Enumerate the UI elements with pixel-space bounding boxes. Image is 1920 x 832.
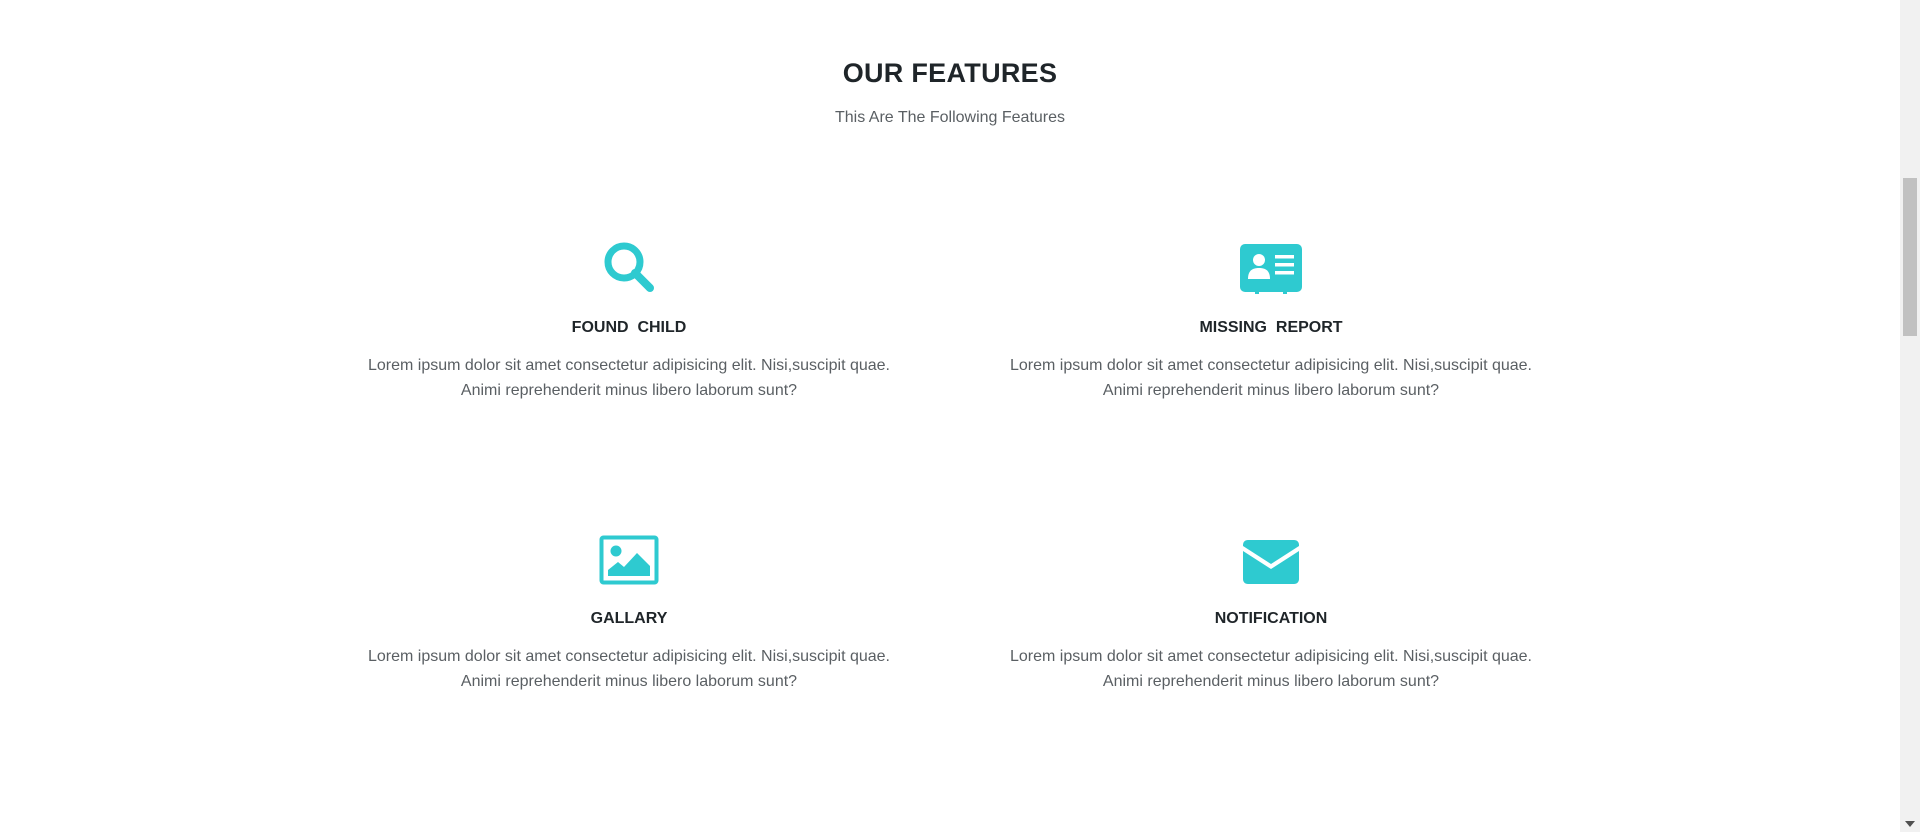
feature-title: FOUND CHILD bbox=[571, 319, 687, 336]
image-icon bbox=[309, 527, 949, 585]
search-icon bbox=[309, 236, 949, 294]
feature-description: Lorem ipsum dolor sit amet consectetur a… bbox=[1009, 357, 1532, 399]
feature-card-notification: NOTIFICATION Lorem ipsum dolor sit amet … bbox=[951, 527, 1591, 694]
feature-title: GALLARY bbox=[590, 610, 668, 627]
scrollbar-thumb[interactable] bbox=[1903, 178, 1917, 336]
feature-card-gallary: GALLARY Lorem ipsum dolor sit amet conse… bbox=[309, 527, 949, 694]
feature-card-missing-report: MISSING REPORT Lorem ipsum dolor sit ame… bbox=[951, 236, 1591, 403]
scroll-down-arrow-icon[interactable] bbox=[1905, 821, 1915, 827]
feature-title: NOTIFICATION bbox=[1214, 610, 1328, 627]
id-card-icon bbox=[951, 236, 1591, 294]
feature-description: Lorem ipsum dolor sit amet consectetur a… bbox=[367, 357, 890, 399]
feature-card-found-child: FOUND CHILD Lorem ipsum dolor sit amet c… bbox=[309, 236, 949, 403]
section-subtitle: This Are The Following Features bbox=[834, 109, 1066, 126]
feature-description: Lorem ipsum dolor sit amet consectetur a… bbox=[1009, 648, 1532, 690]
feature-title: MISSING REPORT bbox=[1199, 319, 1343, 336]
section-title: OUR FEATURES bbox=[842, 58, 1058, 88]
vertical-scrollbar[interactable] bbox=[1900, 0, 1920, 832]
envelope-icon bbox=[951, 527, 1591, 585]
features-page: OUR FEATURES This Are The Following Feat… bbox=[0, 0, 1900, 832]
features-header: OUR FEATURES This Are The Following Feat… bbox=[0, 54, 1900, 129]
feature-description: Lorem ipsum dolor sit amet consectetur a… bbox=[367, 648, 890, 690]
